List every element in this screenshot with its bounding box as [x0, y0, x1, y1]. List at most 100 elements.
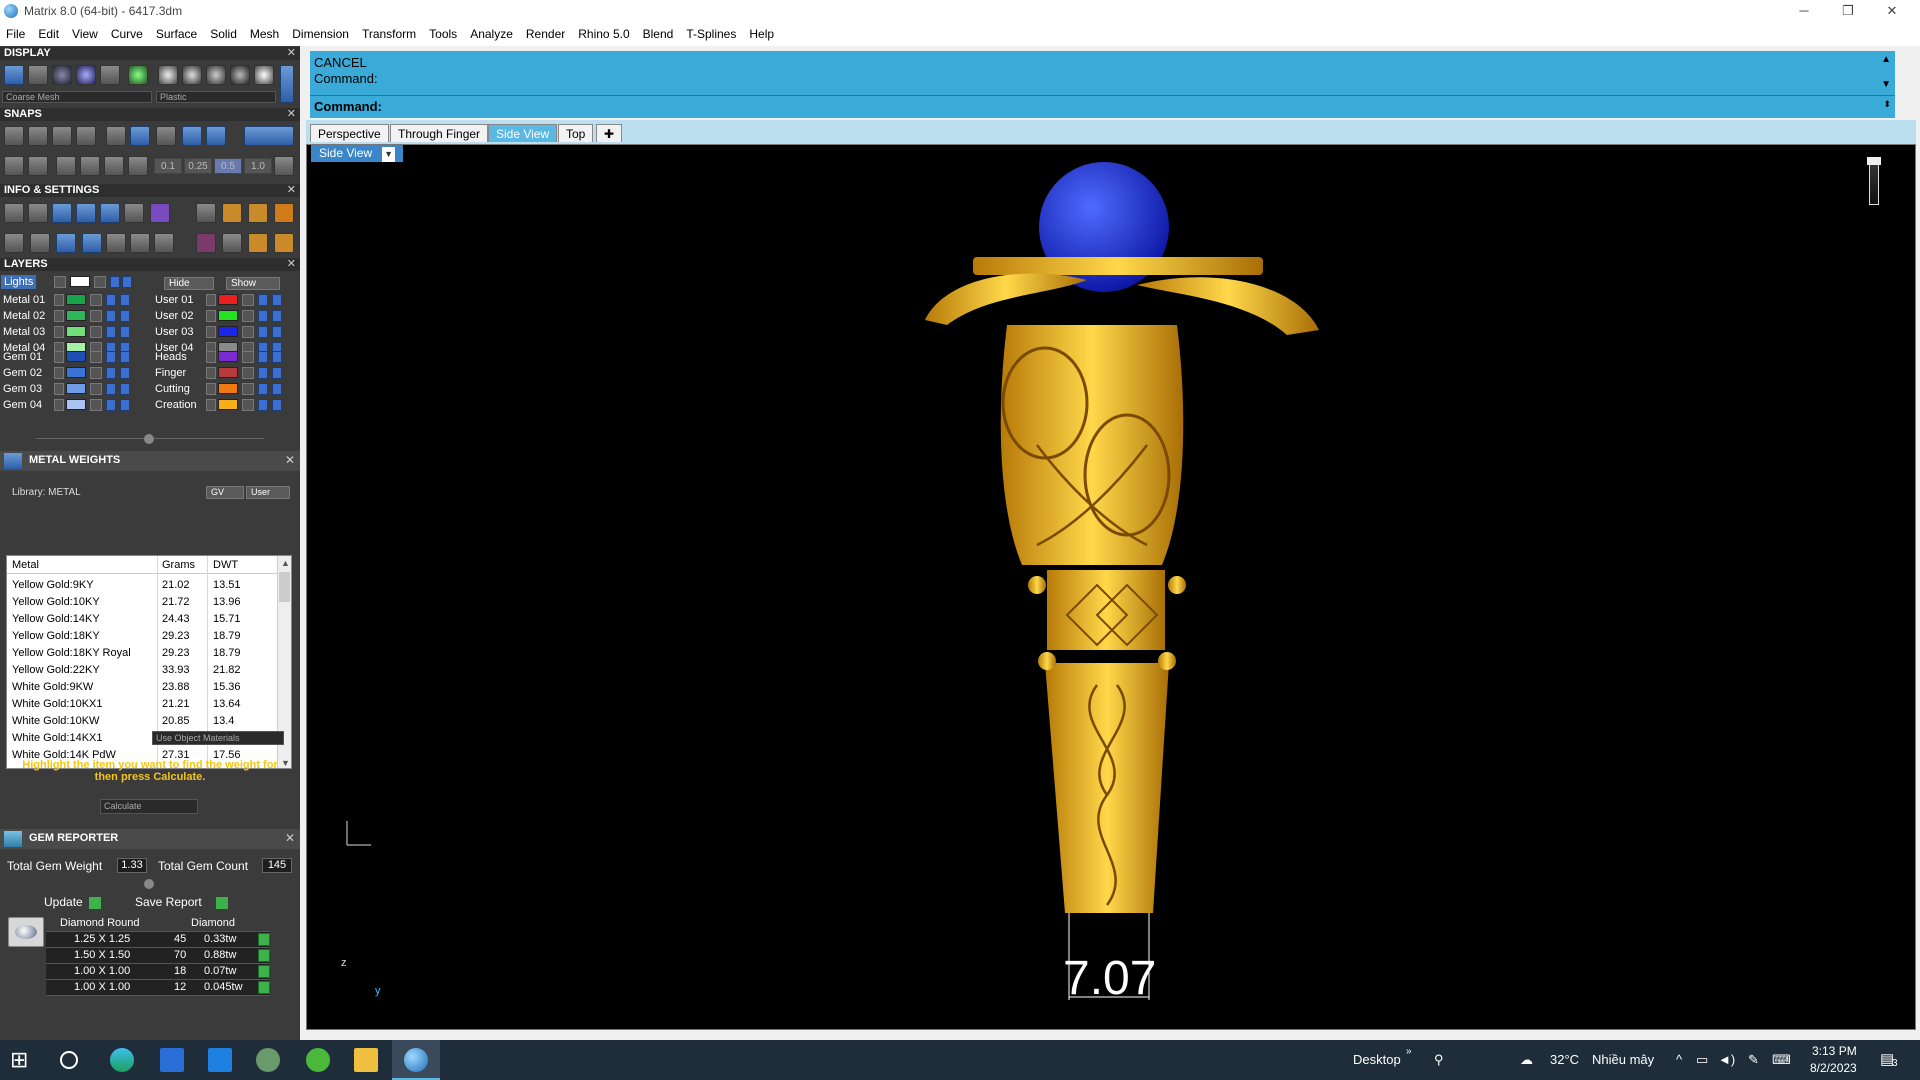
lock-icon[interactable] [90, 351, 102, 363]
snap-value-0.25[interactable]: 0.25 [184, 158, 212, 174]
desktop-toolbar-label[interactable]: Desktop [1353, 1052, 1401, 1067]
layer-color-swatch[interactable] [218, 294, 238, 305]
filter-icon[interactable] [106, 233, 126, 253]
layer-c-icon[interactable] [274, 203, 294, 223]
layer-row[interactable]: Cutting [152, 382, 297, 396]
restore-button[interactable]: ❐ [1826, 0, 1870, 22]
layer-a-icon[interactable] [222, 203, 242, 223]
lock-icon[interactable] [242, 399, 254, 411]
visibility-icon[interactable] [122, 276, 132, 288]
tab-side-view[interactable]: Side View [488, 124, 558, 142]
layer-color-swatch[interactable] [218, 310, 238, 321]
visibility-icon[interactable] [258, 310, 268, 322]
layer-color-swatch[interactable] [66, 326, 86, 337]
tab-perspective[interactable]: Perspective [310, 124, 389, 142]
layer-row[interactable]: Gem 04 [0, 398, 145, 412]
visibility-icon[interactable] [258, 399, 268, 411]
snap-end-icon[interactable] [4, 126, 24, 146]
grid-icon[interactable] [4, 156, 24, 176]
close-icon[interactable]: ✕ [285, 453, 295, 467]
menu-help[interactable]: Help [749, 27, 774, 41]
visibility-icon[interactable] [106, 310, 116, 322]
visibility-icon[interactable] [272, 399, 282, 411]
settings-icon[interactable] [4, 203, 24, 223]
light-icon[interactable] [196, 203, 216, 223]
menu-rhino[interactable]: Rhino 5.0 [578, 27, 629, 41]
lock-icon[interactable] [242, 383, 254, 395]
table-row[interactable]: White Gold:9KW 23.88 15.36 [7, 679, 277, 696]
layout-icon[interactable] [30, 233, 50, 253]
weather-icon[interactable]: ☁ [1520, 1052, 1533, 1068]
collapse-icon[interactable] [144, 434, 154, 444]
layer-row[interactable]: Finger [152, 366, 297, 380]
clock-date[interactable]: 8/2/2023 [1810, 1061, 1857, 1075]
close-icon[interactable]: ✕ [287, 47, 296, 60]
visibility-icon[interactable] [258, 383, 268, 395]
minimize-button[interactable]: ─ [1782, 0, 1826, 22]
ortho-icon[interactable] [28, 156, 48, 176]
table-row[interactable]: Yellow Gold:18KY 29.23 18.79 [7, 628, 277, 645]
layer-expand-icon[interactable] [54, 399, 64, 411]
layer-color-swatch[interactable] [66, 383, 86, 394]
wireframe-icon[interactable] [4, 65, 24, 85]
table-row[interactable]: Yellow Gold:10KY 21.72 13.96 [7, 594, 277, 611]
temperature[interactable]: 32°C [1550, 1052, 1579, 1067]
layer-color-swatch[interactable] [218, 383, 238, 394]
snap-value-1.0[interactable]: 1.0 [244, 158, 272, 174]
shaded-icon[interactable] [52, 65, 72, 85]
layer-row[interactable]: User 02 [152, 309, 297, 323]
app-icon[interactable] [306, 1048, 330, 1072]
menu-tsplines[interactable]: T-Splines [686, 27, 736, 41]
snap-quad-icon[interactable] [206, 126, 226, 146]
scroll-up-icon[interactable]: ▲ [1881, 54, 1891, 65]
material-sphere-icon[interactable] [254, 65, 274, 85]
menu-analyze[interactable]: Analyze [470, 27, 513, 41]
table-row[interactable]: Yellow Gold:18KY Royal 29.23 18.79 [7, 645, 277, 662]
collapse-icon[interactable] [144, 879, 154, 889]
layer-expand-icon[interactable] [206, 310, 216, 322]
layer-row[interactable]: Gem 02 [0, 366, 145, 380]
visibility-icon[interactable] [120, 367, 130, 379]
layer-expand-icon[interactable] [54, 383, 64, 395]
copy-icon[interactable] [76, 203, 96, 223]
snap-value-0.5[interactable]: 0.5 [214, 158, 242, 174]
planar-icon[interactable] [56, 156, 76, 176]
snap-center-icon[interactable] [106, 126, 126, 146]
layer-expand-icon[interactable] [206, 326, 216, 338]
gem-row[interactable]: 1.00 X 1.00 18 0.07tw [46, 964, 270, 980]
gem-select-icon[interactable] [258, 981, 270, 994]
close-icon[interactable]: ✕ [285, 831, 295, 845]
osnap-icon[interactable] [80, 156, 100, 176]
visibility-icon[interactable] [106, 351, 116, 363]
lock-icon[interactable] [242, 367, 254, 379]
search-icon[interactable] [60, 1051, 78, 1069]
visibility-icon[interactable] [120, 310, 130, 322]
visibility-icon[interactable] [272, 383, 282, 395]
save-report-button[interactable]: Save Report [135, 895, 228, 909]
layer-expand-icon[interactable] [206, 294, 216, 306]
network-icon[interactable]: ▭ [1696, 1052, 1708, 1068]
layer-color-swatch[interactable] [218, 399, 238, 410]
visibility-icon[interactable] [272, 351, 282, 363]
snap-value-0.1[interactable]: 0.1 [154, 158, 182, 174]
snap-int-icon[interactable] [130, 126, 150, 146]
visibility-icon[interactable] [258, 294, 268, 306]
lock-icon[interactable] [94, 276, 106, 288]
command-input[interactable] [388, 98, 1878, 116]
lock-icon[interactable] [242, 294, 254, 306]
view-orientation-icon[interactable] [1863, 157, 1885, 207]
layer-color-swatch[interactable] [66, 399, 86, 410]
gumball-icon[interactable] [128, 156, 148, 176]
layer-color-swatch[interactable] [218, 351, 238, 362]
table-row[interactable]: White Gold:10KX1 21.21 13.64 [7, 696, 277, 713]
layer-expand-icon[interactable] [54, 326, 64, 338]
layer-expand-icon[interactable] [54, 294, 64, 306]
document-icon[interactable] [100, 203, 120, 223]
hide-button[interactable]: Hide [164, 277, 214, 290]
layer-color-swatch[interactable] [66, 351, 86, 362]
visibility-icon[interactable] [120, 326, 130, 338]
layer-row[interactable]: User 01 [152, 293, 297, 307]
calculate-button[interactable]: Calculate [100, 799, 198, 814]
close-icon[interactable]: ✕ [287, 258, 296, 271]
rhino-icon[interactable] [256, 1048, 280, 1072]
